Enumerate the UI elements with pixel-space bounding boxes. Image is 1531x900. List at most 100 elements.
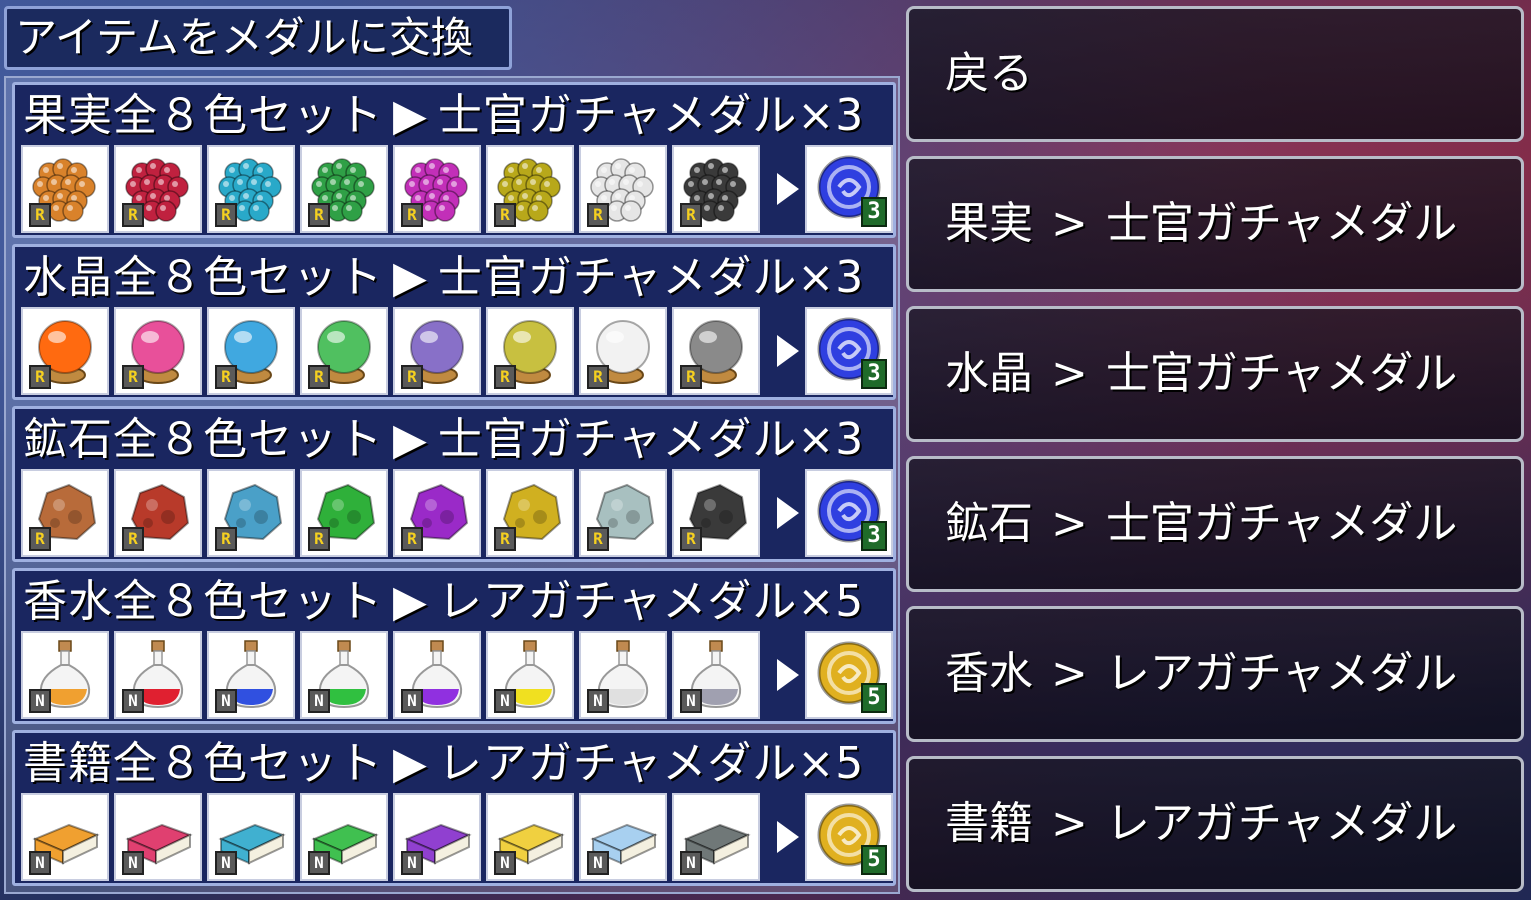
perfume-item-slot: N — [207, 631, 295, 719]
gold-medal-slot: 5 — [805, 793, 893, 881]
menu-separator: > — [1051, 348, 1088, 399]
rank-badge: N — [680, 689, 702, 713]
set-block-book[interactable]: 書籍全８色セット ▶ レアガチャメダル×5 N N N N N N N N 5 — [12, 730, 896, 886]
set-header: 書籍全８色セット ▶ レアガチャメダル×5 — [23, 735, 887, 793]
exchange-list-panel: 果実全８色セット ▶ 士官ガチャメダル×3 RRRRRRRR3 水晶全８色セット ▶ 士… — [4, 76, 900, 894]
rank-badge: R — [215, 203, 237, 227]
back-button[interactable]: 戻る — [906, 6, 1524, 142]
crystal-item-slot: R — [486, 307, 574, 395]
item-row: N N N N N N N N 5 — [21, 793, 893, 881]
perfume-item-slot: N — [300, 631, 388, 719]
item-row: R R R R R R R R 3 — [21, 307, 893, 395]
rank-badge: R — [29, 203, 51, 227]
menu-target: 士官ガチャメダル — [1105, 348, 1458, 399]
set-header: 水晶全８色セット ▶ 士官ガチャメダル×3 — [23, 249, 887, 307]
set-reward: 士官ガチャメダル×3 — [437, 252, 865, 303]
crystal-item-slot: R — [300, 307, 388, 395]
crystal-item-slot: R — [207, 307, 295, 395]
rank-badge: R — [401, 527, 423, 551]
rank-badge: N — [29, 689, 51, 713]
menu-separator: > — [1051, 798, 1088, 849]
menu-button-perfume[interactable]: 香水 > レアガチャメダル — [906, 606, 1524, 742]
gold-medal-slot: 5 — [805, 631, 893, 719]
set-header: 鉱石全８色セット ▶ 士官ガチャメダル×3 — [23, 411, 887, 469]
crystal-item-slot: R — [393, 307, 481, 395]
ore-item-slot: R — [672, 469, 760, 557]
rank-badge: R — [494, 365, 516, 389]
exchange-arrow-icon — [777, 821, 799, 853]
rank-badge: N — [29, 851, 51, 875]
book-item-slot: N — [672, 793, 760, 881]
fruit-item-slot: R — [21, 145, 109, 233]
rank-badge: R — [122, 527, 144, 551]
fruit-item-slot: R — [300, 145, 388, 233]
exchange-arrow-icon — [777, 659, 799, 691]
set-reward: 士官ガチャメダル×3 — [437, 90, 865, 141]
rank-badge: N — [680, 851, 702, 875]
exchange-arrow-icon — [777, 497, 799, 529]
arrow-icon: ▶ — [393, 414, 428, 465]
fruit-item-slot: R — [579, 145, 667, 233]
set-name: 香水全８色セット — [23, 576, 383, 627]
menu-button-fruit[interactable]: 果実 > 士官ガチャメダル — [906, 156, 1524, 292]
rank-badge: R — [587, 527, 609, 551]
ore-item-slot: R — [393, 469, 481, 557]
rank-badge: N — [215, 851, 237, 875]
exchange-arrow-icon — [777, 335, 799, 367]
set-header: 香水全８色セット ▶ レアガチャメダル×5 — [23, 573, 887, 631]
menu-target: レアガチャメダル — [1105, 648, 1458, 699]
rank-badge: R — [494, 203, 516, 227]
set-name: 鉱石全８色セット — [23, 414, 383, 465]
crystal-item-slot: R — [21, 307, 109, 395]
book-item-slot: N — [300, 793, 388, 881]
perfume-item-slot: N — [672, 631, 760, 719]
rank-badge: N — [401, 689, 423, 713]
arrow-icon: ▶ — [393, 252, 428, 303]
arrow-icon: ▶ — [393, 576, 428, 627]
ore-item-slot: R — [300, 469, 388, 557]
fruit-item-slot: R — [486, 145, 574, 233]
rank-badge: R — [308, 365, 330, 389]
menu-label: 果実 — [945, 198, 1033, 249]
crystal-item-slot: R — [672, 307, 760, 395]
menu-button-crystal[interactable]: 水晶 > 士官ガチャメダル — [906, 306, 1524, 442]
set-block-perfume[interactable]: 香水全８色セット ▶ レアガチャメダル×5 N N N N N N N N 5 — [12, 568, 896, 724]
ore-item-slot: R — [114, 469, 202, 557]
ore-item-slot: R — [21, 469, 109, 557]
rank-badge: N — [122, 689, 144, 713]
rank-badge: N — [308, 689, 330, 713]
blue-medal-slot: 3 — [805, 145, 893, 233]
ore-item-slot: R — [207, 469, 295, 557]
rank-badge: R — [587, 365, 609, 389]
blue-medal-slot: 3 — [805, 469, 893, 557]
menu-label: 書籍 — [945, 798, 1033, 849]
set-name: 水晶全８色セット — [23, 252, 383, 303]
set-header: 果実全８色セット ▶ 士官ガチャメダル×3 — [23, 87, 887, 145]
set-block-ore[interactable]: 鉱石全８色セット ▶ 士官ガチャメダル×3 R R R R R R R R 3 — [12, 406, 896, 562]
rank-badge: N — [494, 689, 516, 713]
book-item-slot: N — [579, 793, 667, 881]
menu-button-book[interactable]: 書籍 > レアガチャメダル — [906, 756, 1524, 892]
menu-button-ore[interactable]: 鉱石 > 士官ガチャメダル — [906, 456, 1524, 592]
crystal-item-slot: R — [579, 307, 667, 395]
set-block-fruit[interactable]: 果実全８色セット ▶ 士官ガチャメダル×3 R R R R R R R R 3 — [12, 82, 896, 238]
menu-separator: > — [1051, 498, 1088, 549]
ore-item-slot: R — [579, 469, 667, 557]
ore-item-slot: R — [486, 469, 574, 557]
quantity-badge: 5 — [861, 845, 887, 875]
fruit-item-slot: R — [207, 145, 295, 233]
menu-label: 香水 — [945, 648, 1033, 699]
rank-badge: R — [680, 527, 702, 551]
exchange-arrow-icon — [777, 173, 799, 205]
rank-badge: R — [401, 365, 423, 389]
fruit-item-slot: R — [114, 145, 202, 233]
menu-separator: > — [1051, 198, 1088, 249]
menu-target: レアガチャメダル — [1105, 798, 1458, 849]
book-item-slot: N — [393, 793, 481, 881]
perfume-item-slot: N — [21, 631, 109, 719]
rank-badge: R — [122, 203, 144, 227]
item-row: R R R R R R R R 3 — [21, 469, 893, 557]
rank-badge: R — [122, 365, 144, 389]
set-block-crystal[interactable]: 水晶全８色セット ▶ 士官ガチャメダル×3 R R R R R R R R 3 — [12, 244, 896, 400]
rank-badge: R — [215, 365, 237, 389]
